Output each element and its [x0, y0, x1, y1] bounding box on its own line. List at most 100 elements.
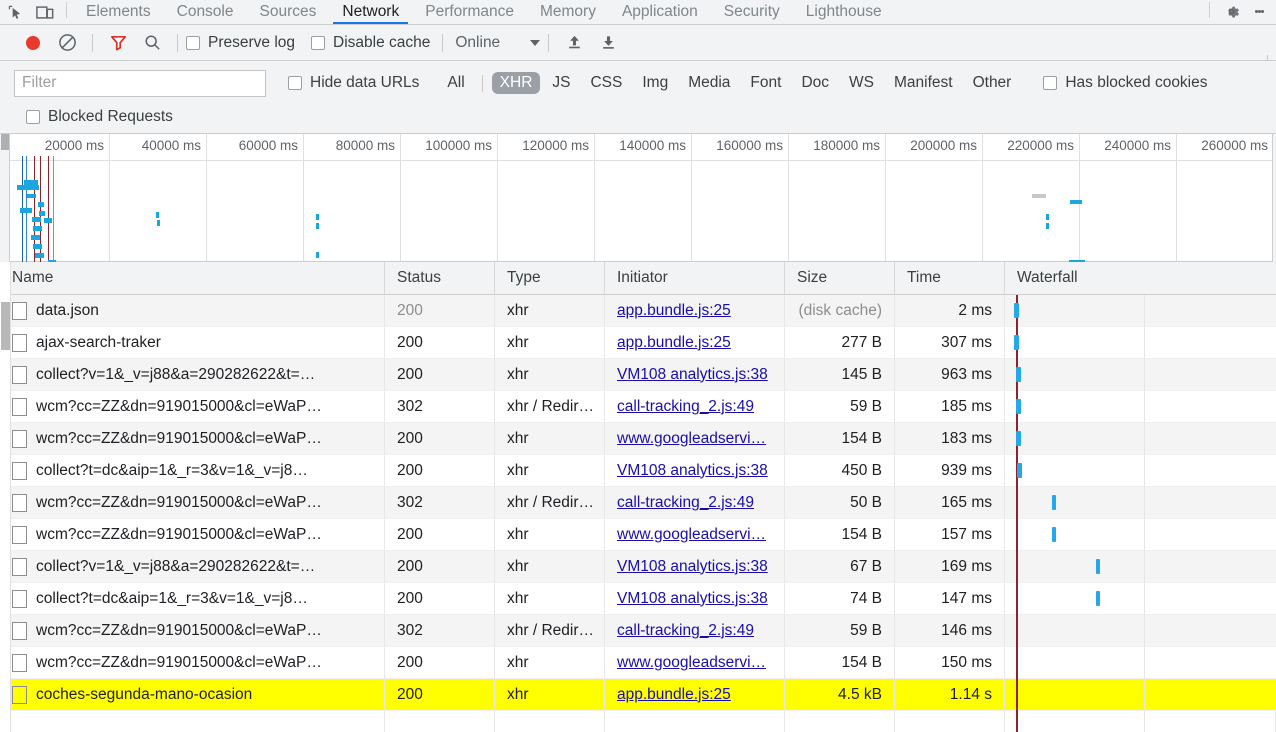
row-checkbox[interactable] — [12, 493, 27, 512]
tab-application[interactable]: Application — [609, 0, 711, 24]
upload-arrow-icon[interactable] — [557, 28, 591, 58]
disable-cache-checkbox[interactable]: Disable cache — [311, 34, 430, 52]
initiator-link[interactable]: VM108 analytics.js:38 — [617, 558, 768, 576]
tab-security[interactable]: Security — [711, 0, 793, 24]
row-checkbox[interactable] — [12, 653, 27, 672]
initiator-link[interactable]: app.bundle.js:25 — [617, 686, 731, 704]
tab-network[interactable]: Network — [329, 0, 412, 24]
cell-name[interactable]: wcm?cc=ZZ&dn=919015000&cl=eWaP… — [0, 486, 385, 519]
table-row[interactable]: wcm?cc=ZZ&dn=919015000&cl=eWaP… 200 xhr www… — [0, 518, 1276, 551]
initiator-link[interactable]: www.googleadservi… — [617, 526, 766, 544]
tab-elements[interactable]: Elements — [73, 0, 164, 24]
row-checkbox[interactable] — [12, 461, 27, 480]
waterfall-bar[interactable] — [1014, 334, 1019, 350]
waterfall-bar[interactable] — [1014, 302, 1019, 318]
waterfall-bar[interactable] — [1052, 494, 1056, 510]
column-header-size[interactable]: Size — [785, 262, 895, 295]
row-checkbox[interactable] — [12, 333, 27, 352]
table-row[interactable]: ajax-search-traker 200 xhr app.bundle.js:25… — [0, 326, 1276, 359]
row-checkbox[interactable] — [12, 621, 27, 640]
table-row[interactable]: collect?v=1&_v=j88&a=290282622&t=… 200 xhr… — [0, 358, 1276, 391]
waterfall-bar[interactable] — [1016, 398, 1021, 414]
column-header-initiator[interactable]: Initiator — [605, 262, 785, 295]
cell-name[interactable]: wcm?cc=ZZ&dn=919015000&cl=eWaP… — [0, 614, 385, 647]
requests-scrollbar-thumb[interactable] — [1, 302, 10, 350]
initiator-link[interactable]: app.bundle.js:25 — [617, 334, 731, 352]
row-checkbox[interactable] — [12, 397, 27, 416]
filter-type-js[interactable]: JS — [544, 72, 578, 94]
initiator-link[interactable]: call-tracking_2.js:49 — [617, 622, 754, 640]
initiator-link[interactable]: VM108 analytics.js:38 — [617, 462, 768, 480]
column-header-waterfall[interactable]: Waterfall — [1005, 262, 1276, 295]
hide-data-urls-checkbox[interactable]: Hide data URLs — [288, 74, 419, 92]
table-row[interactable]: coches-segunda-mano-ocasion 200 xhr app.bun… — [0, 678, 1276, 711]
filter-type-all[interactable]: All — [439, 72, 472, 94]
device-toolbar-icon[interactable] — [30, 0, 60, 24]
waterfall-bar[interactable] — [1017, 462, 1022, 478]
table-row[interactable]: wcm?cc=ZZ&dn=919015000&cl=eWaP… 200 xhr www… — [0, 422, 1276, 455]
column-header-status[interactable]: Status — [385, 262, 495, 295]
preserve-log-checkbox[interactable]: Preserve log — [186, 34, 295, 52]
cell-name[interactable]: coches-segunda-mano-ocasion — [0, 678, 385, 711]
initiator-link[interactable]: call-tracking_2.js:49 — [617, 398, 754, 416]
row-checkbox[interactable] — [12, 557, 27, 576]
cell-name[interactable]: collect?v=1&_v=j88&a=290282622&t=… — [0, 358, 385, 391]
table-row[interactable]: collect?t=dc&aip=1&_r=3&v=1&_v=j8… 200 xhr… — [0, 454, 1276, 487]
filter-type-xhr[interactable]: XHR — [491, 72, 541, 94]
filter-type-other[interactable]: Other — [965, 72, 1020, 94]
tab-sources[interactable]: Sources — [247, 0, 330, 24]
filter-type-css[interactable]: CSS — [582, 72, 630, 94]
tab-performance[interactable]: Performance — [412, 0, 527, 24]
table-row[interactable]: wcm?cc=ZZ&dn=919015000&cl=eWaP… 200 xhr www… — [0, 646, 1276, 679]
table-row[interactable]: collect?t=dc&aip=1&_r=3&v=1&_v=j8… 200 xhr… — [0, 582, 1276, 615]
waterfall-bar[interactable] — [1096, 558, 1100, 574]
blocked-requests-checkbox[interactable]: Blocked Requests — [26, 108, 173, 126]
filter-input[interactable] — [14, 69, 266, 97]
funnel-icon[interactable] — [101, 28, 135, 58]
cell-name[interactable]: collect?v=1&_v=j88&a=290282622&t=… — [0, 550, 385, 583]
cell-name[interactable]: wcm?cc=ZZ&dn=919015000&cl=eWaP… — [0, 422, 385, 455]
row-checkbox[interactable] — [12, 685, 27, 704]
cell-name[interactable]: wcm?cc=ZZ&dn=919015000&cl=eWaP… — [0, 390, 385, 423]
column-header-name[interactable]: Name — [0, 262, 385, 295]
filter-type-media[interactable]: Media — [680, 72, 738, 94]
kebab-menu-icon[interactable] — [1246, 0, 1272, 24]
throttling-dropdown[interactable]: Online — [455, 34, 541, 52]
filter-type-font[interactable]: Font — [742, 72, 789, 94]
cell-name[interactable]: wcm?cc=ZZ&dn=919015000&cl=eWaP… — [0, 518, 385, 551]
cell-name[interactable]: collect?t=dc&aip=1&_r=3&v=1&_v=j8… — [0, 454, 385, 487]
initiator-link[interactable]: VM108 analytics.js:38 — [617, 590, 768, 608]
table-row[interactable]: wcm?cc=ZZ&dn=919015000&cl=eWaP… 302 xhr / … — [0, 614, 1276, 647]
row-checkbox[interactable] — [12, 301, 27, 320]
row-checkbox[interactable] — [12, 589, 27, 608]
initiator-link[interactable]: call-tracking_2.js:49 — [617, 494, 754, 512]
tab-console[interactable]: Console — [164, 0, 247, 24]
clear-no-entry-icon[interactable] — [50, 28, 84, 58]
filter-type-manifest[interactable]: Manifest — [886, 72, 961, 94]
row-checkbox[interactable] — [12, 525, 27, 544]
cell-name[interactable]: data.json — [0, 294, 385, 327]
initiator-link[interactable]: www.googleadservi… — [617, 430, 766, 448]
cell-name[interactable]: wcm?cc=ZZ&dn=919015000&cl=eWaP… — [0, 646, 385, 679]
row-checkbox[interactable] — [12, 429, 27, 448]
table-row[interactable]: data.json 200 xhr app.bundle.js:25 (disk cac… — [0, 294, 1276, 327]
column-header-time[interactable]: Time — [895, 262, 1005, 295]
filter-type-ws[interactable]: WS — [841, 72, 882, 94]
waterfall-bar[interactable] — [1016, 366, 1021, 382]
inspect-cursor-icon[interactable] — [0, 0, 30, 24]
waterfall-bar[interactable] — [1052, 526, 1056, 542]
filter-type-doc[interactable]: Doc — [793, 72, 837, 94]
has-blocked-cookies-checkbox[interactable]: Has blocked cookies — [1043, 74, 1208, 92]
cell-name[interactable]: collect?t=dc&aip=1&_r=3&v=1&_v=j8… — [0, 582, 385, 615]
initiator-link[interactable]: www.googleadservi… — [617, 654, 766, 672]
waterfall-bar[interactable] — [1096, 590, 1100, 606]
column-header-type[interactable]: Type — [495, 262, 605, 295]
table-row[interactable]: collect?v=1&_v=j88&a=290282622&t=… 200 xhr… — [0, 550, 1276, 583]
record-circle-icon[interactable] — [16, 28, 50, 58]
download-arrow-icon[interactable] — [591, 28, 625, 58]
initiator-link[interactable]: app.bundle.js:25 — [617, 302, 731, 320]
row-checkbox[interactable] — [12, 365, 27, 384]
initiator-link[interactable]: VM108 analytics.js:38 — [617, 366, 768, 384]
filter-type-img[interactable]: Img — [634, 72, 676, 94]
search-icon[interactable] — [135, 28, 169, 58]
